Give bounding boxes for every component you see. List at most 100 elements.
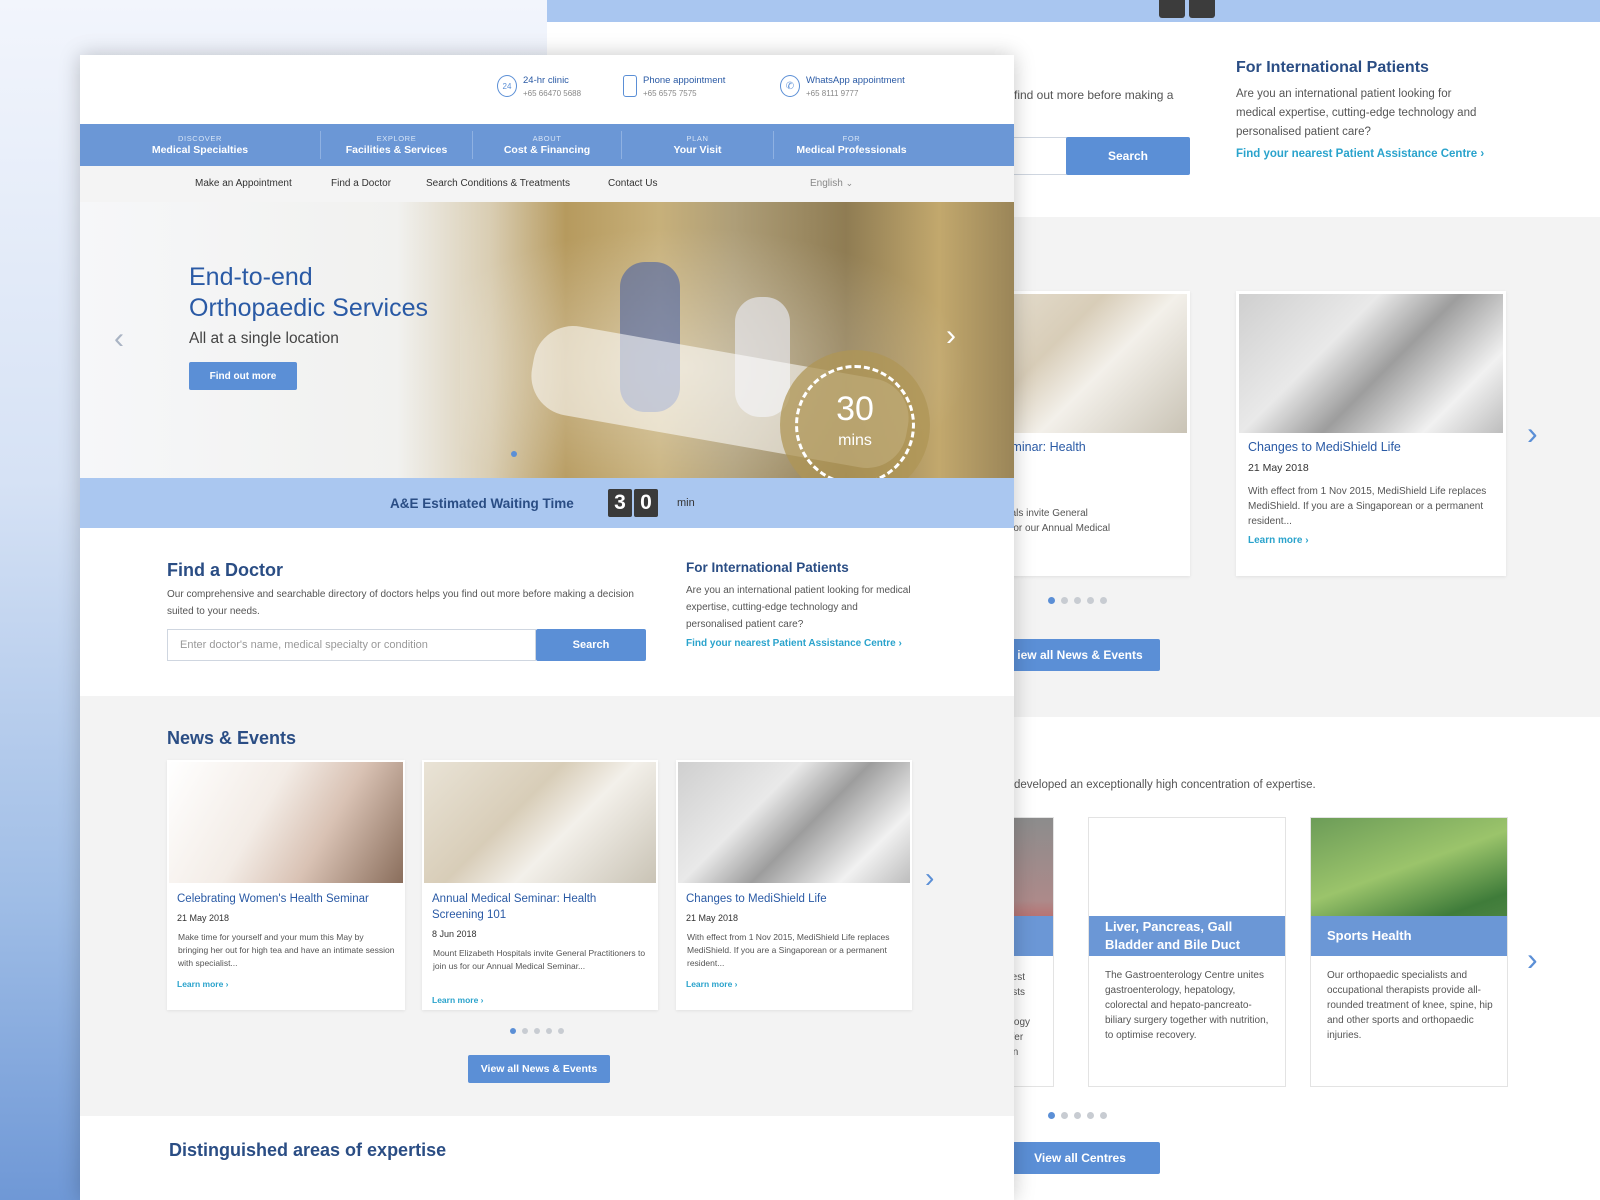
view-all-centres-button[interactable]: View all Centres [1000, 1142, 1160, 1174]
whatsapp-icon: ✆ [780, 75, 800, 97]
expertise-card[interactable]: Liver, Pancreas, Gall Bladder and Bile D… [1088, 817, 1286, 1087]
expertise-intro: developed an exceptionally high concentr… [1014, 779, 1316, 791]
carousel-dot[interactable] [510, 1028, 516, 1034]
news-events-section: News & Events Celebrating Women's Health… [80, 696, 1014, 1116]
news-card-title[interactable]: Changes to MediShield Life [1248, 439, 1401, 456]
stethoscope-photo [678, 762, 910, 883]
news-card-date: 21 May 2018 [177, 913, 230, 923]
learn-more-link[interactable]: Learn more › [686, 979, 738, 989]
subnav-contact-us[interactable]: Contact Us [608, 178, 657, 189]
nav-label: Your Visit [673, 144, 722, 156]
nav-kicker: EXPLORE [376, 134, 417, 143]
expertise-card[interactable]: Sports Health Our orthopaedic specialist… [1310, 817, 1508, 1087]
subnav-search-conditions[interactable]: Search Conditions & Treatments [426, 178, 570, 189]
carousel-dot[interactable] [1048, 1112, 1055, 1119]
subnav-find-doctor[interactable]: Find a Doctor [331, 178, 391, 189]
doctor-search-input[interactable] [1007, 137, 1067, 175]
carousel-dot[interactable] [1074, 597, 1081, 604]
carousel-dot[interactable] [1061, 1112, 1068, 1119]
carousel-dot[interactable] [1048, 597, 1055, 604]
find-doctor-text: Our comprehensive and searchable directo… [167, 589, 634, 617]
stethoscope-photo [1239, 294, 1503, 433]
expertise-title: Distinguished areas of expertise [169, 1140, 447, 1160]
find-out-more-button[interactable]: Find out more [189, 362, 297, 390]
ae-label: A&E Estimated Waiting Time [390, 496, 574, 511]
language-select[interactable]: English ⌄ [810, 178, 853, 189]
hero-title: End-to-end Orthopaedic Services [189, 263, 429, 322]
news-card-desc: With effect from 1 Nov 2015, MediShield … [687, 932, 890, 968]
language-value: English [810, 178, 843, 189]
nav-your-visit[interactable]: PLAN Your Visit [622, 124, 773, 166]
news-card-desc: Mount Elizabeth Hospitals invite General… [433, 948, 646, 971]
utility-24hr[interactable]: 24 24-hr clinic +65 66470 5688 [497, 75, 581, 98]
carousel-dot[interactable] [522, 1028, 528, 1034]
nav-label: Facilities & Services [345, 144, 448, 156]
chevron-left-icon[interactable]: ‹ [114, 322, 124, 356]
carousel-dots[interactable] [1048, 1112, 1107, 1119]
carousel-dot[interactable] [534, 1028, 540, 1034]
carousel-dot[interactable] [546, 1028, 552, 1034]
learn-more-link[interactable]: Learn more › [432, 995, 484, 1005]
main-nav: DISCOVER Medical Specialties EXPLORE Fac… [80, 124, 1014, 166]
carousel-dot[interactable] [1074, 1112, 1081, 1119]
search-button[interactable]: Search [1066, 137, 1190, 175]
utility-label: Phone appointment [643, 75, 726, 86]
digit-tile [1189, 0, 1215, 18]
news-card-title[interactable]: Annual Medical Seminar: Health Screening… [432, 891, 648, 923]
utility-value: +65 66470 5688 [523, 89, 582, 98]
ae-digit: 3 [608, 489, 632, 517]
carousel-dot[interactable] [1100, 1112, 1107, 1119]
expertise-section: Distinguished areas of expertise [80, 1116, 1014, 1200]
chevron-right-icon[interactable]: › [1527, 943, 1538, 975]
chevron-right-icon[interactable]: › [925, 864, 934, 892]
learn-more-link[interactable]: Learn more › [177, 979, 229, 989]
nav-medical-specialties[interactable]: DISCOVER Medical Specialties [80, 124, 320, 166]
intl-title: For International Patients [686, 560, 849, 575]
nav-kicker: DISCOVER [178, 134, 222, 143]
carousel-dot[interactable] [1087, 597, 1094, 604]
news-card[interactable]: Celebrating Women's Health Seminar 21 Ma… [167, 760, 405, 1010]
doctor-search-input[interactable]: Enter doctor's name, medical specialty o… [167, 629, 536, 661]
carousel-dot[interactable] [558, 1028, 564, 1034]
utility-whatsapp[interactable]: ✆ WhatsApp appointment +65 8111 9777 [780, 75, 905, 98]
subnav-make-appointment[interactable]: Make an Appointment [195, 178, 292, 189]
badge-number: 30 [836, 390, 874, 428]
nav-facilities-services[interactable]: EXPLORE Facilities & Services [321, 124, 472, 166]
news-card-title[interactable]: Changes to MediShield Life [686, 891, 902, 907]
nav-label: Cost & Financing [503, 144, 591, 156]
nav-label: Medical Professionals [796, 144, 907, 156]
news-card-title[interactable]: Celebrating Women's Health Seminar [177, 891, 395, 907]
carousel-dot[interactable] [1100, 597, 1107, 604]
carousel-dot[interactable] [1087, 1112, 1094, 1119]
ae-band-back [547, 0, 1600, 22]
news-card[interactable]: Annual Medical Seminar: Health Screening… [422, 760, 658, 1010]
chevron-right-icon[interactable]: › [946, 319, 956, 353]
news-card-desc: With effect from 1 Nov 2015, MediShield … [1248, 486, 1487, 527]
expertise-card-desc: The Gastroenterology Centre unites gastr… [1105, 970, 1269, 1041]
view-all-news-button[interactable]: View all News & Events [468, 1055, 610, 1083]
find-doctor-title: Find a Doctor [167, 560, 283, 580]
view-all-news-button[interactable]: iew all News & Events [1000, 639, 1160, 671]
carousel-dots[interactable] [510, 1028, 564, 1034]
search-button[interactable]: Search [536, 629, 646, 661]
news-card[interactable]: Changes to MediShield Life 21 May 2018 W… [1236, 291, 1506, 576]
carousel-dot[interactable] [1061, 597, 1068, 604]
patient-centre-link[interactable]: Find your nearest Patient Assistance Cen… [1236, 148, 1484, 160]
utility-phone[interactable]: Phone appointment +65 6575 7575 [623, 75, 725, 98]
news-title: News & Events [167, 728, 297, 748]
chevron-right-icon[interactable]: › [1527, 417, 1538, 449]
learn-more-link[interactable]: Learn more › [1248, 535, 1309, 546]
mother-baby-photo [169, 762, 403, 883]
doctor-patient-photo [424, 762, 656, 883]
intl-text: Are you an international patient looking… [1236, 88, 1477, 138]
expertise-card-title: Sports Health [1311, 916, 1507, 956]
nav-medical-professionals[interactable]: FOR Medical Professionals [774, 124, 929, 166]
carousel-dot[interactable] [511, 451, 517, 457]
nav-kicker: PLAN [686, 134, 709, 143]
patient-centre-link[interactable]: Find your nearest Patient Assistance Cen… [686, 638, 902, 649]
utility-value: +65 8111 9777 [806, 89, 859, 98]
nav-cost-financing[interactable]: ABOUT Cost & Financing [473, 124, 621, 166]
carousel-dots[interactable] [1048, 597, 1107, 604]
homepage: 24 24-hr clinic +65 66470 5688 Phone app… [80, 55, 1014, 1200]
news-card[interactable]: Changes to MediShield Life 21 May 2018 W… [676, 760, 912, 1010]
